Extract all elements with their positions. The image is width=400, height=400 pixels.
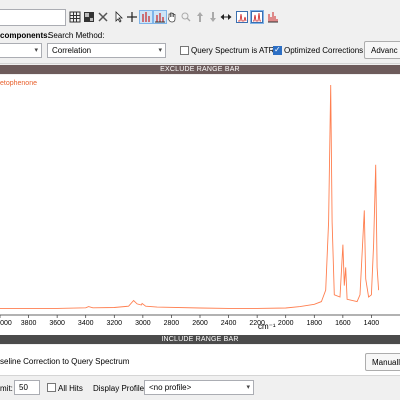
crosshair-icon[interactable] [125, 10, 139, 24]
x-tick-label: 2800 [164, 320, 180, 327]
search-method-dropdown[interactable]: Correlation ▾ [47, 43, 166, 58]
results-options: mit: 50 All Hits Display Profiles: <no p… [0, 376, 400, 400]
optimized-corrections-label: Optimized Corrections [284, 46, 364, 55]
hit-limit-label: mit: [0, 384, 13, 393]
exclude-range-bar[interactable]: EXCLUDE RANGE BAR [0, 65, 400, 74]
x-tick-label: 1400 [364, 320, 380, 327]
x-tick-label: 1800 [306, 320, 322, 327]
advanced-button[interactable]: Advanc [364, 41, 400, 59]
components-label: components: [0, 31, 51, 40]
display-profiles-value: <no profile> [149, 383, 192, 392]
x-axis-unit-label: cm⁻¹ [258, 322, 276, 331]
spectrum-line [0, 84, 380, 309]
display-profiles-dropdown[interactable]: <no profile> ▾ [144, 380, 254, 395]
zoom-icon[interactable] [179, 10, 193, 24]
x-tick-label: 3000 [135, 320, 151, 327]
dashboard-icon[interactable] [82, 10, 96, 24]
search-dropdown[interactable] [0, 9, 66, 26]
x-tick-label: 2400 [221, 320, 237, 327]
search-method-value: Correlation [52, 46, 92, 55]
peak-pick-icon[interactable] [139, 10, 153, 24]
x-tick-label: 4000 [0, 320, 12, 327]
swap-horizontal-icon[interactable] [219, 10, 233, 24]
spectrum-view-3-icon[interactable] [266, 10, 280, 24]
search-method-label: Search Method: [48, 31, 105, 40]
hit-limit-input[interactable]: 50 [14, 380, 40, 395]
optimized-corrections-checkbox[interactable] [273, 45, 282, 55]
x-tick-label: 3800 [21, 320, 37, 327]
display-profiles-label: Display Profiles: [93, 384, 151, 393]
atr-label: Query Spectrum is ATR [191, 46, 275, 55]
all-hits-checkbox[interactable] [47, 383, 56, 392]
all-hits-label: All Hits [58, 384, 83, 393]
baseline-correction-label: seline Correction to Query Spectrum [0, 357, 130, 366]
expand-up-icon[interactable] [193, 10, 207, 24]
x-tick-label: 3400 [78, 320, 94, 327]
spectrum-chart[interactable]: 4000380036003400320030002800260024002200… [0, 75, 400, 335]
baseline-correction-panel: seline Correction to Query Spectrum Manu… [0, 345, 400, 376]
x-tick-label: 1600 [335, 320, 351, 327]
chevron-down-icon: ▾ [158, 47, 162, 54]
expand-down-icon[interactable] [206, 10, 220, 24]
legend-label: etophenone [0, 80, 37, 87]
search-parameters: components: Search Method: ▾ Correlation… [0, 26, 400, 64]
x-tick-label: 3600 [49, 320, 65, 327]
x-tick-label: 2600 [192, 320, 208, 327]
spectrum-view-1-icon[interactable] [235, 10, 249, 24]
pan-hand-icon[interactable] [165, 10, 179, 24]
hit-limit-value: 50 [19, 383, 28, 392]
x-tick-label: 3200 [106, 320, 122, 327]
tools-icon[interactable] [96, 10, 110, 24]
grid-icon[interactable] [68, 10, 82, 24]
chevron-down-icon: ▾ [34, 47, 38, 54]
spectrum-view-2-icon[interactable] [250, 10, 264, 24]
x-tick-label: 2000 [278, 320, 294, 327]
manual-button[interactable]: Manuall [365, 353, 400, 371]
include-range-bar[interactable]: INCLUDE RANGE BAR [0, 335, 400, 344]
pointer-icon[interactable] [112, 10, 126, 24]
spectrum-plot[interactable]: 4000380036003400320030002800260024002200… [0, 75, 400, 335]
chevron-down-icon: ▾ [246, 384, 250, 391]
atr-checkbox[interactable] [180, 46, 189, 55]
components-dropdown[interactable]: ▾ [0, 43, 42, 58]
